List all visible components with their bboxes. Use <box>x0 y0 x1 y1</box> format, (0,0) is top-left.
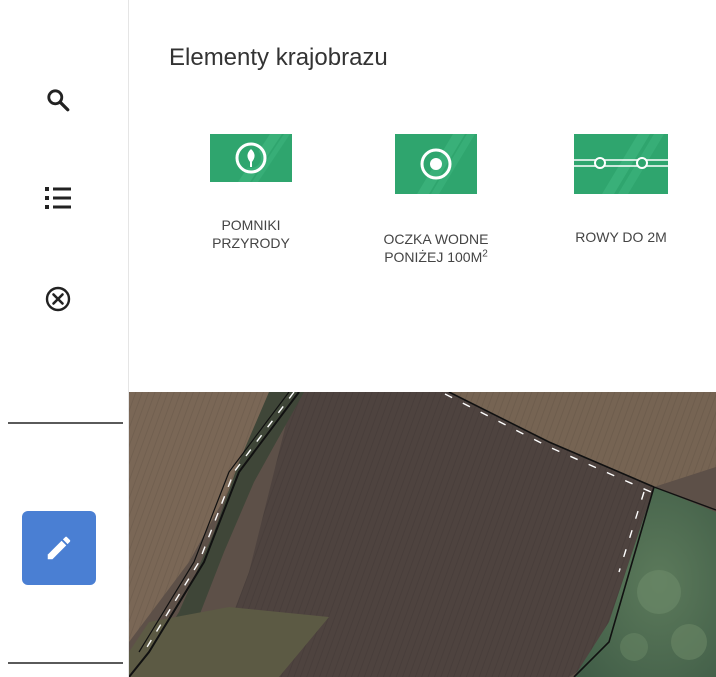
edit-button[interactable] <box>22 511 96 585</box>
clear-button[interactable] <box>26 275 90 323</box>
close-circle-icon <box>45 286 71 312</box>
landscape-elements-panel: Elementy krajobrazu POMNIKI PRZYRODY OCZ… <box>129 0 716 392</box>
tree-marker-icon <box>210 134 292 182</box>
search-button[interactable] <box>26 76 90 124</box>
pond-marker-icon <box>395 134 477 194</box>
item-label: OCZKA WODNE PONIŻEJ 100M2 <box>376 230 496 266</box>
item-label: ROWY DO 2M <box>575 229 667 245</box>
list-icon <box>45 187 71 209</box>
toolbar-divider-bottom <box>8 662 123 664</box>
item-label-superscript: 2 <box>482 248 488 260</box>
search-icon <box>47 89 70 112</box>
app-root: Elementy krajobrazu POMNIKI PRZYRODY OCZ… <box>0 0 716 677</box>
item-label: POMNIKI PRZYRODY <box>212 217 290 251</box>
item-ponds[interactable]: OCZKA WODNE PONIŻEJ 100M2 <box>376 134 496 266</box>
ditch-line-icon <box>574 134 668 194</box>
map-view[interactable] <box>129 392 716 677</box>
item-ditches[interactable]: ROWY DO 2M <box>561 134 681 246</box>
pencil-icon <box>47 536 71 560</box>
satellite-map <box>129 392 716 677</box>
list-button[interactable] <box>26 174 90 222</box>
left-toolbar <box>0 0 129 677</box>
panel-title: Elementy krajobrazu <box>169 44 388 71</box>
toolbar-divider <box>8 422 123 424</box>
item-label-main: OCZKA WODNE PONIŻEJ 100M <box>383 231 489 265</box>
item-natural-monuments[interactable]: POMNIKI PRZYRODY <box>191 134 311 252</box>
